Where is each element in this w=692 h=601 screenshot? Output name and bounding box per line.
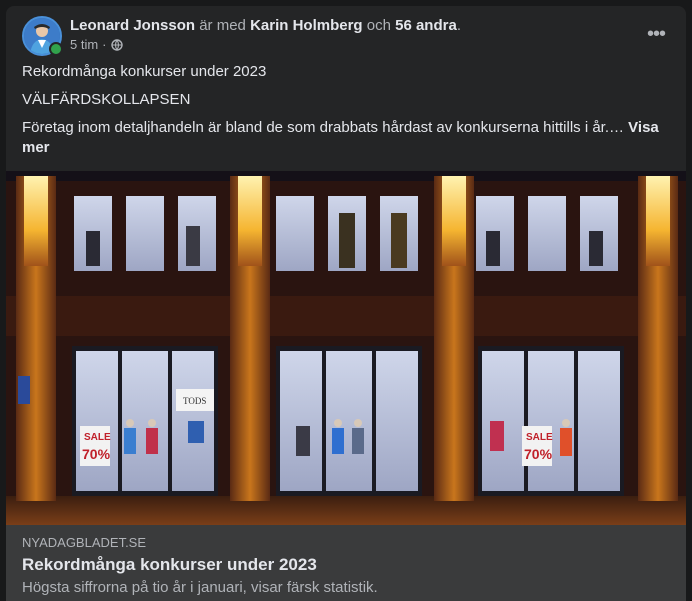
sale-sign-text-1: SALE [84, 432, 111, 443]
store-logo-sign: TODS [183, 396, 206, 406]
post-meta: 5 tim · [70, 37, 123, 53]
sale-sign-text-2: SALE [526, 432, 553, 443]
post-line-3: Företag inom detaljhandeln är bland de s… [22, 118, 670, 158]
post-line-3-text: Företag inom detaljhandeln är bland de s… [22, 119, 629, 136]
globe-icon[interactable] [110, 39, 123, 51]
link-preview[interactable]: NYADAGBLADET.SE Rekordmånga konkurser un… [6, 525, 686, 601]
post-line-1: Rekordmånga konkurser under 2023 [22, 63, 267, 80]
and-text: och [366, 17, 391, 34]
storefront-image: SALE 70% SALE 70% TODS [6, 171, 686, 525]
others-link[interactable]: 56 andra [395, 17, 457, 34]
upper-windows [74, 196, 618, 271]
link-description: Högsta siffrorna på tio år i januari, vi… [22, 579, 378, 596]
post-header: Leonard Jonsson är med Karin Holmberg oc… [6, 6, 686, 66]
author-name[interactable]: Leonard Jonsson [70, 17, 195, 34]
more-options-icon[interactable]: ••• [642, 22, 670, 46]
sale-sign-percent-2: 70% [524, 446, 553, 462]
post-timestamp[interactable]: 5 tim [70, 37, 98, 53]
link-title[interactable]: Rekordmånga konkurser under 2023 [22, 555, 317, 575]
post-line-2: VÄLFÄRDSKOLLAPSEN [22, 91, 191, 108]
post-card: Leonard Jonsson är med Karin Holmberg oc… [6, 6, 686, 601]
with-text: är med [199, 17, 246, 34]
sale-sign-percent-1: 70% [82, 446, 111, 462]
author-line: Leonard Jonsson är med Karin Holmberg oc… [70, 16, 461, 36]
street-sign [18, 376, 30, 404]
tagged-person[interactable]: Karin Holmberg [250, 17, 363, 34]
period: . [456, 17, 461, 34]
link-domain: NYADAGBLADET.SE [22, 535, 147, 550]
post-photo[interactable]: SALE 70% SALE 70% TODS [6, 171, 686, 525]
more-options-glyph: ••• [646, 22, 666, 45]
online-status-indicator [49, 42, 63, 56]
author-avatar[interactable] [22, 16, 63, 56]
meta-separator: · [102, 37, 107, 52]
